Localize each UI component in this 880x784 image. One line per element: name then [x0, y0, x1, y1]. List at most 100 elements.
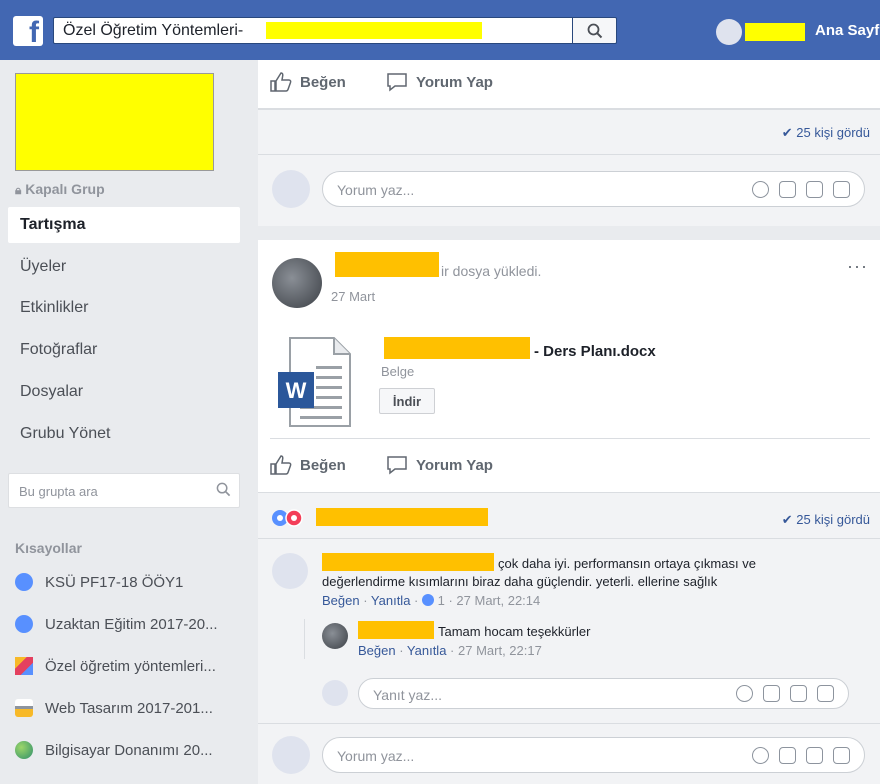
reply-reply-link[interactable]: Yanıtla: [407, 643, 447, 658]
sticker-icon[interactable]: [833, 747, 850, 764]
shortcut-item[interactable]: Uzaktan Eğitim 2017-20...: [15, 615, 218, 633]
reply-meta: Beğen · Yanıtla · 27 Mart, 22:17: [358, 643, 542, 658]
comment-reply-link[interactable]: Yanıtla: [371, 593, 411, 608]
group-search-input[interactable]: Bu grupta ara: [8, 473, 240, 508]
profile-name-redaction: [745, 23, 805, 41]
sticker-icon[interactable]: [817, 685, 834, 702]
emoji-icon[interactable]: [736, 685, 753, 702]
divider: [258, 723, 880, 724]
gif-icon[interactable]: [806, 747, 823, 764]
group-privacy-label: Kapalı Grup: [25, 181, 105, 197]
shortcut-label: Uzaktan Eğitim 2017-20...: [45, 615, 218, 633]
profile-avatar[interactable]: [716, 19, 742, 45]
shortcut-item[interactable]: Web Tasarım 2017-201...: [15, 699, 213, 717]
like-count-icon: [422, 594, 434, 606]
like-label: Beğen: [300, 456, 346, 474]
group-icon: [15, 741, 33, 759]
comment-icon: [387, 73, 407, 92]
home-link[interactable]: Ana Sayf: [815, 22, 879, 39]
search-value: Özel Öğretim Yöntemleri-: [63, 22, 244, 39]
nav-item-manage-group[interactable]: Grubu Yönet: [8, 416, 240, 452]
comment-text-line-2: değerlendirme kısımlarını biraz daha güç…: [322, 574, 718, 589]
avatar: [322, 680, 348, 706]
sticker-icon[interactable]: [833, 181, 850, 198]
avatar: [272, 736, 310, 774]
divider: [258, 538, 880, 539]
comment-meta: Beğen · Yanıtla · 1 · 27 Mart, 22:14: [322, 593, 541, 608]
search-input[interactable]: Özel Öğretim Yöntemleri-: [53, 17, 573, 44]
comment-label: Yorum Yap: [416, 456, 493, 474]
word-document-icon: W: [278, 337, 351, 427]
group-icon: [15, 615, 33, 633]
camera-icon[interactable]: [779, 747, 796, 764]
nav-item-discussion[interactable]: Tartışma: [8, 207, 240, 243]
file-type: Belge: [381, 364, 415, 379]
top-bar: f Özel Öğretim Yöntemleri- Ana Sayf: [0, 0, 880, 60]
divider: [270, 438, 870, 439]
gif-icon[interactable]: [806, 181, 823, 198]
file-name[interactable]: - Ders Planı.docx: [534, 343, 656, 360]
svg-text:W: W: [286, 378, 307, 403]
camera-icon[interactable]: [779, 181, 796, 198]
post-file-upload: ir dosya yükledi. 27 Mart ··· W - Ders P…: [258, 240, 880, 784]
like-button[interactable]: Beğen: [270, 72, 346, 92]
like-button[interactable]: Beğen: [270, 455, 346, 475]
search-icon: [216, 482, 231, 497]
author-avatar[interactable]: [272, 258, 322, 308]
camera-icon[interactable]: [763, 685, 780, 702]
shortcut-item[interactable]: KSÜ PF17-18 ÖÖY1: [15, 573, 183, 591]
search-icon: [587, 23, 602, 38]
reply-text: Tamam hocam teşekkürler: [438, 624, 591, 639]
comment-input[interactable]: Yorum yaz...: [322, 737, 865, 773]
reply-thread-line: [304, 619, 305, 659]
more-options-icon[interactable]: ···: [847, 256, 868, 277]
shortcuts-heading: Kısayollar: [15, 540, 82, 556]
avatar: [272, 170, 310, 208]
nav-item-events[interactable]: Etkinlikler: [8, 290, 240, 326]
seen-count[interactable]: ✔ 25 kişi gördü: [782, 512, 870, 528]
reply-like-link[interactable]: Beğen: [358, 643, 396, 658]
avatar[interactable]: [272, 553, 308, 589]
comment-button[interactable]: Yorum Yap: [386, 455, 493, 475]
nav-item-photos[interactable]: Fotoğraflar: [8, 332, 240, 368]
avatar[interactable]: [322, 623, 348, 649]
seen-label: 25 kişi gördü: [796, 125, 870, 140]
like-label: Beğen: [300, 73, 346, 91]
comment-button[interactable]: Yorum Yap: [386, 72, 493, 92]
emoji-icon[interactable]: [752, 747, 769, 764]
comment-placeholder: Yorum yaz...: [337, 748, 415, 764]
nav-item-members[interactable]: Üyeler: [8, 249, 240, 285]
comment-reaction-count[interactable]: 1: [438, 593, 445, 608]
reply-time[interactable]: 27 Mart, 22:17: [458, 643, 542, 658]
commenter-name-redaction: [322, 553, 494, 571]
seen-label: 25 kişi gördü: [796, 512, 870, 527]
reply-placeholder: Yanıt yaz...: [373, 687, 442, 703]
post-date[interactable]: 27 Mart: [331, 289, 375, 304]
reply-author-redaction: [358, 621, 434, 639]
emoji-icon[interactable]: [752, 181, 769, 198]
comment-icon: [387, 456, 407, 475]
check-icon: ✔: [781, 512, 793, 527]
reactions-icon[interactable]: [272, 509, 304, 527]
post-previous: Beğen Yorum Yap ✔ 25 kişi gördü Yorum ya…: [258, 60, 880, 226]
thumbs-up-icon: [270, 72, 292, 92]
search-button[interactable]: [573, 17, 617, 44]
author-name-redaction: [335, 252, 439, 277]
nav-item-files[interactable]: Dosyalar: [8, 374, 240, 410]
shortcut-item[interactable]: Bilgisayar Donanımı 20...: [15, 741, 213, 759]
gif-icon[interactable]: [790, 685, 807, 702]
lock-icon: 🔒︎: [15, 183, 22, 197]
comment-input[interactable]: Yorum yaz...: [322, 171, 865, 207]
shortcut-item[interactable]: Özel öğretim yöntemleri...: [15, 657, 216, 675]
comment-label: Yorum Yap: [416, 73, 493, 91]
shortcut-label: KSÜ PF17-18 ÖÖY1: [45, 573, 184, 591]
reply-input[interactable]: Yanıt yaz...: [358, 678, 849, 709]
download-button[interactable]: İndir: [379, 388, 435, 414]
comment-like-link[interactable]: Beğen: [322, 593, 360, 608]
comment-time[interactable]: 27 Mart, 22:14: [456, 593, 540, 608]
facebook-logo-icon[interactable]: f: [13, 16, 43, 49]
seen-count[interactable]: ✔ 25 kişi gördü: [782, 125, 870, 141]
group-icon: [15, 573, 33, 591]
comment-area: ✔ 25 kişi gördü çok daha iyi. performans…: [258, 492, 880, 784]
group-cover-redaction: [15, 73, 214, 171]
